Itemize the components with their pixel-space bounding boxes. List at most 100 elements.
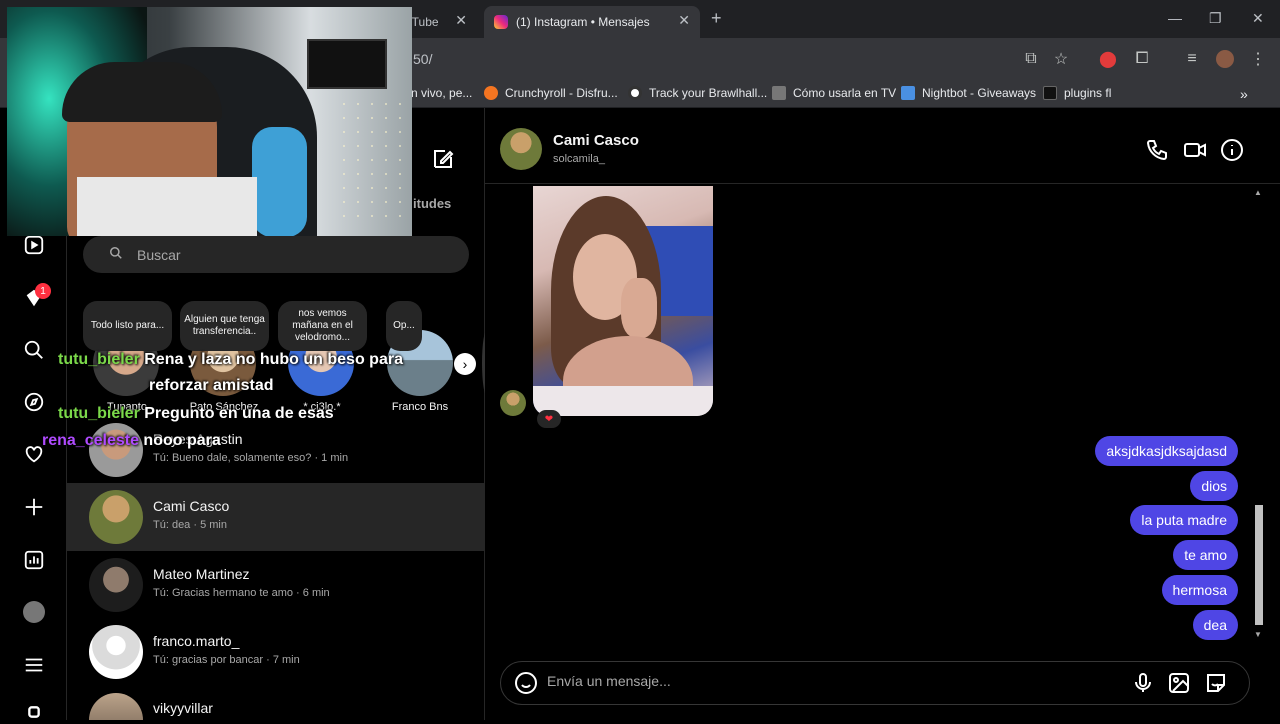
search-icon[interactable] [22, 338, 46, 362]
stream-chat-user: tutu_bieler [58, 405, 140, 422]
page-icon [772, 86, 786, 100]
message-bubble[interactable]: dea [1192, 610, 1238, 640]
requests-tab[interactable]: itudes [413, 196, 451, 211]
stream-chat-message: Rena y laza no hubo un beso para [144, 351, 403, 368]
webcam-detail [307, 39, 387, 89]
more-icon[interactable] [22, 700, 46, 724]
info-icon[interactable] [1220, 138, 1244, 162]
bookmark-label: n vivo, pe... [411, 86, 473, 100]
message-bubble[interactable]: te amo [1173, 540, 1238, 570]
conversation-item[interactable]: Cami Casco Tú: dea · 5 min [67, 483, 485, 551]
shared-photo[interactable] [533, 186, 713, 416]
conversation-name: franco.marto_ [153, 633, 240, 649]
heart-reaction-icon[interactable]: ❤ [537, 410, 561, 428]
extension-icon[interactable]: ⬤ [1097, 48, 1119, 70]
bookmark-item[interactable]: n vivo, pe... [411, 86, 472, 100]
video-call-icon[interactable] [1183, 138, 1207, 162]
bookmark-item[interactable]: Cómo usarla en TV [772, 86, 896, 100]
chat-contact-username: solcamila_ [553, 153, 605, 165]
stream-chat-message: Pregunto en una de esas [144, 405, 334, 422]
conversation-preview: Tú: dea · 5 min [153, 519, 227, 531]
message-bubble[interactable]: aksjdkasjdksajdasd [1095, 436, 1238, 466]
stream-chat-line: rena_celeste nooo para [42, 432, 221, 450]
chat-contact-name[interactable]: Cami Casco [553, 132, 639, 149]
create-icon[interactable] [22, 495, 46, 519]
sticker-icon[interactable] [1204, 671, 1228, 695]
webcam-detail [252, 127, 307, 236]
install-app-icon[interactable]: ⧉ [1020, 48, 1042, 70]
compose-icon[interactable] [431, 147, 455, 171]
bookmark-item[interactable]: Track your Brawlhall... [628, 86, 767, 100]
image-icon[interactable] [1167, 671, 1191, 695]
avatar [89, 693, 143, 720]
reels-icon[interactable] [22, 233, 46, 257]
bookmark-label: Track your Brawlhall... [649, 86, 768, 100]
chat-avatar[interactable] [500, 128, 542, 170]
bookmark-label: Cómo usarla en TV [793, 86, 897, 100]
conversation-item[interactable]: vikyyvillar [67, 686, 485, 720]
extensions-puzzle-icon[interactable]: ⧠ [1131, 48, 1153, 70]
explore-icon[interactable] [22, 390, 46, 414]
avatar [89, 558, 143, 612]
phone-icon[interactable] [1145, 138, 1169, 162]
webcam-detail [77, 177, 257, 236]
scroll-down-icon[interactable]: ▼ [1254, 630, 1262, 639]
message-bubble[interactable]: hermosa [1161, 575, 1238, 605]
tab-instagram[interactable]: (1) Instagram • Mensajes ✕ [484, 6, 700, 38]
emoji-icon[interactable] [514, 671, 538, 695]
bookmark-label: Nightbot - Giveaways [922, 86, 1037, 100]
note-bubble[interactable]: Todo listo para... [83, 301, 172, 351]
bookmarks-overflow-icon[interactable]: » [1240, 86, 1248, 102]
sender-avatar [500, 390, 526, 416]
bookmark-item[interactable]: plugins fl [1043, 86, 1111, 100]
stream-chat-line: reforzar amistad [149, 377, 274, 395]
search-icon [109, 246, 123, 263]
message-input[interactable]: Envía un mensaje... [547, 673, 671, 689]
kebab-menu-icon[interactable]: ⋮ [1247, 48, 1269, 70]
microphone-icon[interactable] [1131, 671, 1155, 695]
bookmark-star-icon[interactable]: ☆ [1050, 48, 1072, 70]
conversation-name: Cami Casco [153, 498, 230, 514]
message-bubble[interactable]: dios [1190, 471, 1238, 501]
scrollbar-thumb[interactable] [1255, 505, 1263, 625]
conversation-name: Mateo Martinez [153, 566, 250, 582]
photo-detail [621, 278, 657, 338]
plugins-icon [1043, 86, 1057, 100]
new-tab-icon[interactable]: + [711, 8, 722, 29]
stream-chat-user: rena_celeste [42, 432, 139, 449]
notification-badge: 1 [35, 283, 51, 299]
menu-icon[interactable] [22, 653, 46, 677]
profile-avatar[interactable] [22, 600, 46, 624]
search-input[interactable]: Buscar [83, 236, 469, 273]
stats-icon[interactable] [22, 548, 46, 572]
conversation-preview: Tú: Bueno dale, solamente eso? · 1 min [153, 452, 349, 464]
restore-icon[interactable]: ❐ [1209, 10, 1222, 27]
conversation-item[interactable]: franco.marto_ Tú: gracias por bancar · 7… [67, 618, 485, 686]
stream-chat-line: tutu_bieler Rena y laza no hubo un beso … [58, 351, 403, 369]
bookmark-item[interactable]: Crunchyroll - Disfru... [484, 86, 618, 100]
url-field[interactable]: 50/ [413, 51, 432, 67]
bookmark-label: Crunchyroll - Disfru... [505, 86, 618, 100]
close-icon[interactable]: ✕ [678, 12, 690, 29]
avatar [89, 490, 143, 544]
search-placeholder: Buscar [137, 246, 181, 263]
note-bubble[interactable]: Op... [386, 301, 422, 351]
bookmark-label: plugins fl [1064, 86, 1112, 100]
conversation-item[interactable]: Mateo Martinez Tú: Gracias hermano te am… [67, 551, 485, 619]
close-icon[interactable]: ✕ [455, 12, 467, 29]
note-bubble[interactable]: nos vemos mañana en el velodromo... [278, 301, 367, 351]
conversation-item[interactable]: Reyes Agustin Tú: Bueno dale, solamente … [67, 416, 485, 484]
chevron-right-icon[interactable]: › [454, 353, 476, 375]
scroll-up-icon[interactable]: ▲ [1254, 188, 1262, 197]
conversation-name: vikyyvillar [153, 700, 213, 716]
profile-avatar[interactable] [1214, 48, 1236, 70]
message-bubble[interactable]: la puta madre [1130, 505, 1238, 535]
default-avatar [89, 625, 143, 679]
stream-chat-message: reforzar amistad [149, 377, 274, 394]
crunchyroll-icon [484, 86, 498, 100]
minimize-icon[interactable]: — [1168, 10, 1182, 26]
media-control-icon[interactable]: ≡ [1181, 48, 1203, 70]
bookmark-item[interactable]: Nightbot - Giveaways [901, 86, 1036, 100]
note-bubble[interactable]: Alguien que tenga transferencia.. [180, 301, 269, 351]
close-window-icon[interactable]: ✕ [1252, 10, 1264, 27]
